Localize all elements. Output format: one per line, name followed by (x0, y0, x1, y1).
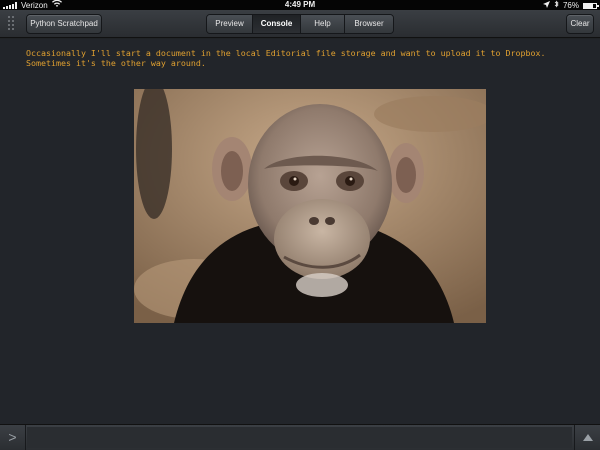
battery-fill (584, 3, 594, 8)
tab-preview[interactable]: Preview (207, 15, 253, 33)
clock: 4:49 PM (284, 0, 316, 9)
view-segmented-control: Preview Console Help Browser (206, 14, 394, 34)
drag-handle-icon[interactable] (8, 16, 16, 30)
console-output-text: Occasionally I'll start a document in th… (26, 48, 546, 68)
python-scratchpad-button[interactable]: Python Scratchpad (26, 14, 102, 34)
chimpanzee-illustration (134, 89, 486, 323)
console-output-area: Occasionally I'll start a document in th… (0, 39, 600, 424)
tab-help[interactable]: Help (301, 15, 345, 33)
location-arrow-icon (542, 0, 550, 11)
clear-button[interactable]: Clear (566, 14, 594, 34)
battery-percent: 76% (562, 0, 579, 10)
tab-browser[interactable]: Browser (345, 15, 393, 33)
toolbar: Python Scratchpad Preview Console Help B… (0, 10, 600, 38)
status-bar: Verizon 4:49 PM 76% (0, 0, 600, 10)
console-input-bar: > (0, 424, 600, 450)
battery-icon (583, 2, 599, 9)
history-up-arrow-icon[interactable] (574, 425, 600, 450)
prompt-chevron-icon[interactable]: > (0, 425, 26, 450)
console-input[interactable] (27, 427, 572, 448)
tab-console[interactable]: Console (253, 15, 301, 33)
chimpanzee-photo (134, 89, 486, 323)
